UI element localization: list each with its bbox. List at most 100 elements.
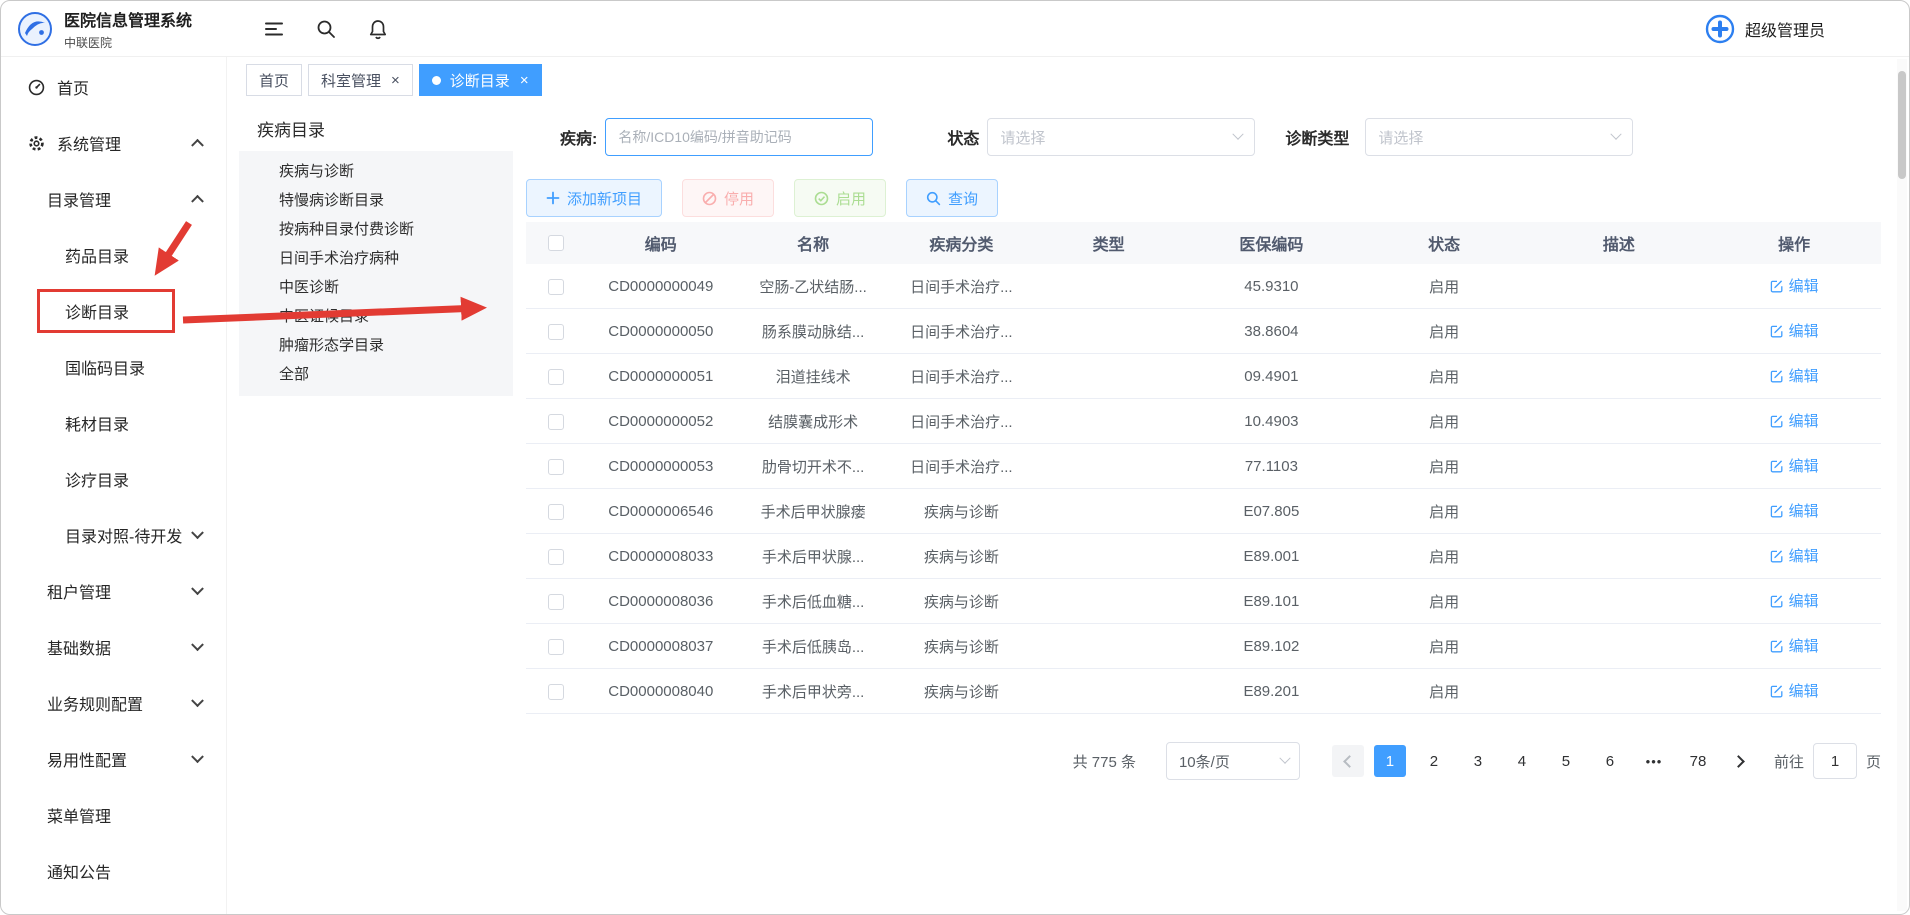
table-row: CD0000008037手术后低胰岛...疾病与诊断E89.102启用编辑 — [526, 624, 1881, 669]
cell-actions: 编辑 — [1707, 320, 1881, 342]
add-item-button[interactable]: 添加新项目 — [526, 179, 662, 217]
catalog-item-1[interactable]: 疾病与诊断 — [239, 157, 513, 186]
edit-button[interactable]: 编辑 — [1770, 410, 1819, 431]
cell-name: 手术后甲状腺瘘 — [736, 501, 891, 522]
sidebar-item-label: 业务规则配置 — [47, 691, 143, 715]
edit-icon — [1770, 369, 1784, 383]
row-checkbox[interactable] — [548, 459, 564, 475]
page-button-2[interactable]: 2 — [1418, 745, 1450, 777]
page-button-5[interactable]: 5 — [1550, 745, 1582, 777]
edit-button[interactable]: 编辑 — [1770, 500, 1819, 521]
catalog-item-3[interactable]: 按病种目录付费诊断 — [239, 215, 513, 244]
sidebar-item-catalog-mapping[interactable]: 目录对照-待开发 — [1, 507, 226, 563]
goto-page-input[interactable] — [1813, 743, 1857, 779]
edit-button[interactable]: 编辑 — [1770, 275, 1819, 296]
edit-button[interactable]: 编辑 — [1770, 455, 1819, 476]
catalog-item-4[interactable]: 日间手术治疗病种 — [239, 244, 513, 273]
enable-button[interactable]: 启用 — [794, 179, 886, 217]
page-button-1[interactable]: 1 — [1374, 745, 1406, 777]
search-icon[interactable] — [315, 18, 337, 40]
page-button-3[interactable]: 3 — [1462, 745, 1494, 777]
edit-button[interactable]: 编辑 — [1770, 545, 1819, 566]
status-filter-label: 状态 — [947, 125, 979, 149]
sidebar-item-treatment-catalog[interactable]: 诊疗目录 — [1, 451, 226, 507]
sidebar-item-usability-config[interactable]: 易用性配置 — [1, 731, 226, 787]
tab-home[interactable]: 首页 — [246, 64, 302, 96]
tab-close-icon[interactable]: × — [391, 73, 400, 88]
row-checkbox[interactable] — [548, 684, 564, 700]
disable-button[interactable]: 停用 — [682, 179, 774, 217]
cell-category: 日间手术治疗... — [890, 456, 1032, 477]
sidebar-item-national-clinical-code-catalog[interactable]: 国临码目录 — [1, 339, 226, 395]
next-page-button[interactable] — [1724, 745, 1756, 777]
page-button-4[interactable]: 4 — [1506, 745, 1538, 777]
sidebar-item-tenant-management[interactable]: 租户管理 — [1, 563, 226, 619]
edit-button[interactable]: 编辑 — [1770, 635, 1819, 656]
cell-status: 启用 — [1358, 411, 1531, 432]
page-button-6[interactable]: 6 — [1594, 745, 1626, 777]
query-button[interactable]: 查询 — [906, 179, 998, 217]
cell-name: 手术后低血糖... — [736, 591, 891, 612]
status-select[interactable]: 请选择 — [987, 118, 1255, 156]
tab-diagnosis-catalog[interactable]: 诊断目录× — [419, 64, 542, 96]
sidebar-item-consumable-catalog[interactable]: 耗材目录 — [1, 395, 226, 451]
edit-label: 编辑 — [1789, 275, 1819, 296]
sidebar-item-menu-management[interactable]: 菜单管理 — [1, 787, 226, 843]
cell-category: 日间手术治疗... — [890, 276, 1032, 297]
cell-insurance-code: 38.8604 — [1185, 323, 1358, 340]
row-checkbox[interactable] — [548, 504, 564, 520]
tab-close-icon[interactable]: × — [520, 73, 529, 88]
prev-page-button[interactable] — [1332, 745, 1364, 777]
page-button-78[interactable]: 78 — [1682, 745, 1714, 777]
catalog-item-5[interactable]: 中医诊断 — [239, 273, 513, 302]
row-checkbox[interactable] — [548, 594, 564, 610]
goto-label: 前往 — [1774, 751, 1804, 772]
row-checkbox[interactable] — [548, 414, 564, 430]
sidebar-item-diagnosis-catalog[interactable]: 诊断目录 — [1, 283, 226, 339]
select-all-checkbox[interactable] — [548, 235, 564, 251]
row-select-cell — [526, 637, 586, 654]
edit-icon — [1770, 279, 1784, 293]
page-size-select[interactable]: 10条/页 — [1166, 742, 1300, 780]
catalog-item-2[interactable]: 特慢病诊断目录 — [239, 186, 513, 215]
edit-button[interactable]: 编辑 — [1770, 590, 1819, 611]
cell-name: 手术后甲状腺... — [736, 546, 891, 567]
tab-department-management[interactable]: 科室管理× — [308, 64, 413, 96]
row-checkbox[interactable] — [548, 639, 564, 655]
catalog-item-7[interactable]: 肿瘤形态学目录 — [239, 331, 513, 360]
sidebar-item-label: 菜单管理 — [47, 803, 111, 827]
column-header-code: 编码 — [586, 231, 736, 255]
catalog-list: 疾病与诊断特慢病诊断目录按病种目录付费诊断日间手术治疗病种中医诊断中医证候目录肿… — [239, 151, 513, 396]
cell-code: CD0000000052 — [586, 413, 736, 430]
sidebar-item-notice[interactable]: 通知公告 — [1, 843, 226, 899]
user-area[interactable]: 超级管理员 — [1704, 13, 1825, 45]
sidebar-item-home[interactable]: 首页 — [1, 59, 226, 115]
cell-insurance-code: E89.001 — [1185, 548, 1358, 565]
row-checkbox[interactable] — [548, 549, 564, 565]
menu-toggle-icon[interactable] — [263, 18, 285, 40]
notification-bell-icon[interactable] — [367, 18, 389, 40]
sidebar-item-system-management[interactable]: 系统管理 — [1, 115, 226, 171]
row-checkbox[interactable] — [548, 324, 564, 340]
sidebar-item-drug-catalog[interactable]: 药品目录 — [1, 227, 226, 283]
user-avatar-icon[interactable] — [1704, 13, 1736, 45]
sidebar-item-catalog-management[interactable]: 目录管理 — [1, 171, 226, 227]
catalog-item-6[interactable]: 中医证候目录 — [239, 302, 513, 331]
edit-button[interactable]: 编辑 — [1770, 365, 1819, 386]
cell-name: 结膜囊成形术 — [736, 411, 891, 432]
row-checkbox[interactable] — [548, 279, 564, 295]
row-checkbox[interactable] — [548, 369, 564, 385]
ban-icon — [702, 191, 717, 206]
edit-button[interactable]: 编辑 — [1770, 680, 1819, 701]
edit-button[interactable]: 编辑 — [1770, 320, 1819, 341]
chevron-down-icon — [1611, 129, 1622, 140]
sidebar-item-label: 耗材目录 — [65, 411, 129, 435]
sidebar-item-business-rule-config[interactable]: 业务规则配置 — [1, 675, 226, 731]
catalog-item-8[interactable]: 全部 — [239, 360, 513, 389]
scrollbar[interactable] — [1897, 59, 1907, 911]
table-row: CD0000006546手术后甲状腺瘘疾病与诊断E07.805启用编辑 — [526, 489, 1881, 534]
diagnosis-type-select[interactable]: 请选择 — [1365, 118, 1633, 156]
sidebar-item-basic-data[interactable]: 基础数据 — [1, 619, 226, 675]
scrollbar-thumb[interactable] — [1898, 71, 1906, 179]
disease-search-input[interactable] — [605, 118, 873, 156]
